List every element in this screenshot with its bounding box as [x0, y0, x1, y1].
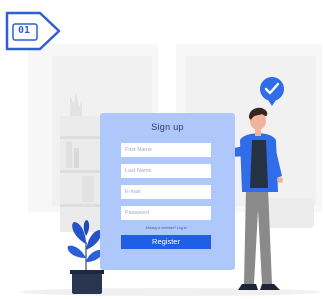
last-name-field[interactable] [121, 164, 211, 178]
register-button[interactable]: Register [121, 235, 211, 249]
signup-card: Sign up Already a member? Log in Registe… [100, 113, 235, 270]
password-field[interactable] [121, 206, 211, 220]
email-field[interactable] [121, 185, 211, 199]
first-name-field[interactable] [121, 143, 211, 157]
login-link[interactable]: Log in [177, 226, 187, 230]
step-number: 01 [17, 25, 31, 36]
login-prompt: Already a member? Log in [121, 226, 211, 230]
member-text: Already a member? [145, 226, 176, 230]
couch-illustration [262, 198, 314, 228]
signup-title: Sign up [151, 122, 184, 132]
